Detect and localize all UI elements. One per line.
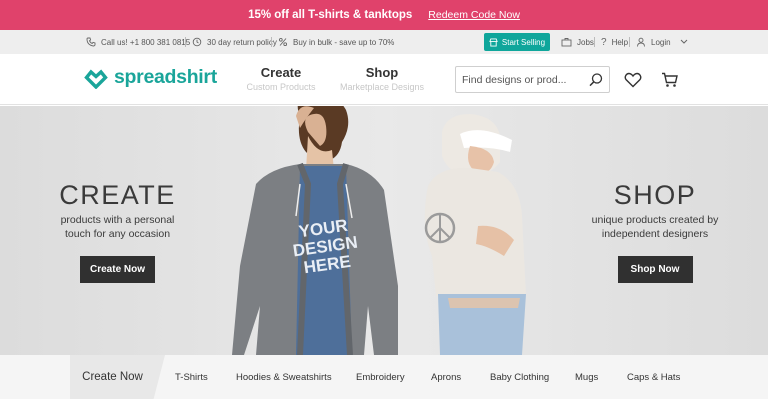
call-us[interactable]: Call us! +1 800 381 0815 <box>86 30 190 54</box>
utility-bar: Call us! +1 800 381 0815 30 day return p… <box>0 30 768 54</box>
divider <box>271 37 272 47</box>
category-mugs[interactable]: Mugs <box>575 355 598 399</box>
promo-banner: 15% off all T-shirts & tanktops Redeem C… <box>0 0 768 30</box>
return-policy[interactable]: 30 day return policy <box>192 30 277 54</box>
cart-button[interactable] <box>660 70 680 90</box>
bulk-discount[interactable]: Buy in bulk - save up to 70% <box>278 30 394 54</box>
category-t-shirts[interactable]: T-Shirts <box>175 355 208 399</box>
hero-create-line1: products with a personal <box>60 214 175 226</box>
hero-shop-title: SHOP <box>613 180 697 210</box>
search-box <box>455 66 610 93</box>
promo-message: 15% off all T-shirts & tanktops <box>248 9 413 21</box>
divider <box>594 37 595 47</box>
hero-create-title: CREATE <box>59 180 176 210</box>
hero-create-panel: CREATE products with a personal touch fo… <box>40 180 195 283</box>
nav-create-subtitle: Custom Products <box>246 82 316 92</box>
category-bar: Create Now T-Shirts Hoodies & Sweatshirt… <box>0 355 768 399</box>
category-embroidery[interactable]: Embroidery <box>356 355 405 399</box>
clock-return-icon <box>192 37 202 47</box>
divider <box>629 37 630 47</box>
start-selling-button[interactable]: Start Selling <box>484 33 550 51</box>
start-selling-label: Start Selling <box>501 37 546 47</box>
jobs-label: Jobs <box>577 37 594 47</box>
hero-shop-line1: unique products created by <box>591 214 719 226</box>
category-aprons[interactable]: Aprons <box>431 355 461 399</box>
heart-logo-icon <box>84 69 108 89</box>
main-navigation: spreadshirt Create Custom Products Shop … <box>0 54 768 105</box>
wishlist-button[interactable] <box>623 70 643 90</box>
percent-icon <box>278 37 288 47</box>
spreadshirt-logo[interactable]: spreadshirt <box>84 66 217 89</box>
redeem-code-link[interactable]: Redeem Code Now <box>428 9 520 21</box>
question-icon: ? <box>601 36 607 48</box>
bulk-discount-text: Buy in bulk - save up to 70% <box>293 37 395 47</box>
nav-shop-subtitle: Marketplace Designs <box>339 82 425 92</box>
chevron-down-icon <box>680 39 687 44</box>
jobs-link[interactable]: Jobs <box>561 30 594 54</box>
call-us-text: Call us! +1 800 381 0815 <box>101 37 191 47</box>
heart-icon <box>624 72 642 88</box>
nav-create[interactable]: Create Custom Products <box>246 65 316 92</box>
login-menu[interactable]: Login <box>636 30 688 54</box>
return-policy-text: 30 day return policy <box>207 37 277 47</box>
category-hoodies-sweatshirts[interactable]: Hoodies & Sweatshirts <box>236 355 332 399</box>
hero-shop-line2: independent designers <box>601 228 709 240</box>
nav-shop-title: Shop <box>365 65 399 80</box>
shopping-cart-icon <box>662 72 678 87</box>
login-label: Login <box>651 37 671 47</box>
user-icon <box>637 37 645 47</box>
category-caps-hats[interactable]: Caps & Hats <box>627 355 680 399</box>
help-link[interactable]: ? Help <box>601 30 628 54</box>
store-icon <box>489 37 498 47</box>
search-input[interactable] <box>456 73 584 86</box>
help-label: Help <box>611 37 629 47</box>
phone-icon <box>86 37 96 47</box>
nav-shop[interactable]: Shop Marketplace Designs <box>338 65 426 92</box>
hero-create-line2: touch for any occasion <box>64 228 171 240</box>
search-icon[interactable] <box>588 72 604 88</box>
shop-now-button[interactable]: Shop Now <box>617 256 693 283</box>
create-now-tab[interactable]: Create Now <box>70 355 165 399</box>
nav-create-title: Create <box>260 65 302 80</box>
hero-shop-panel: SHOP unique products created by independ… <box>572 180 738 283</box>
category-baby-clothing[interactable]: Baby Clothing <box>490 355 549 399</box>
divider <box>185 37 186 47</box>
hero-banner: YOUR DESIGN HERE CREATE products with a … <box>0 106 768 355</box>
briefcase-icon <box>561 38 572 47</box>
create-now-button[interactable]: Create Now <box>80 256 155 283</box>
logo-wordmark: spreadshirt <box>114 66 217 88</box>
